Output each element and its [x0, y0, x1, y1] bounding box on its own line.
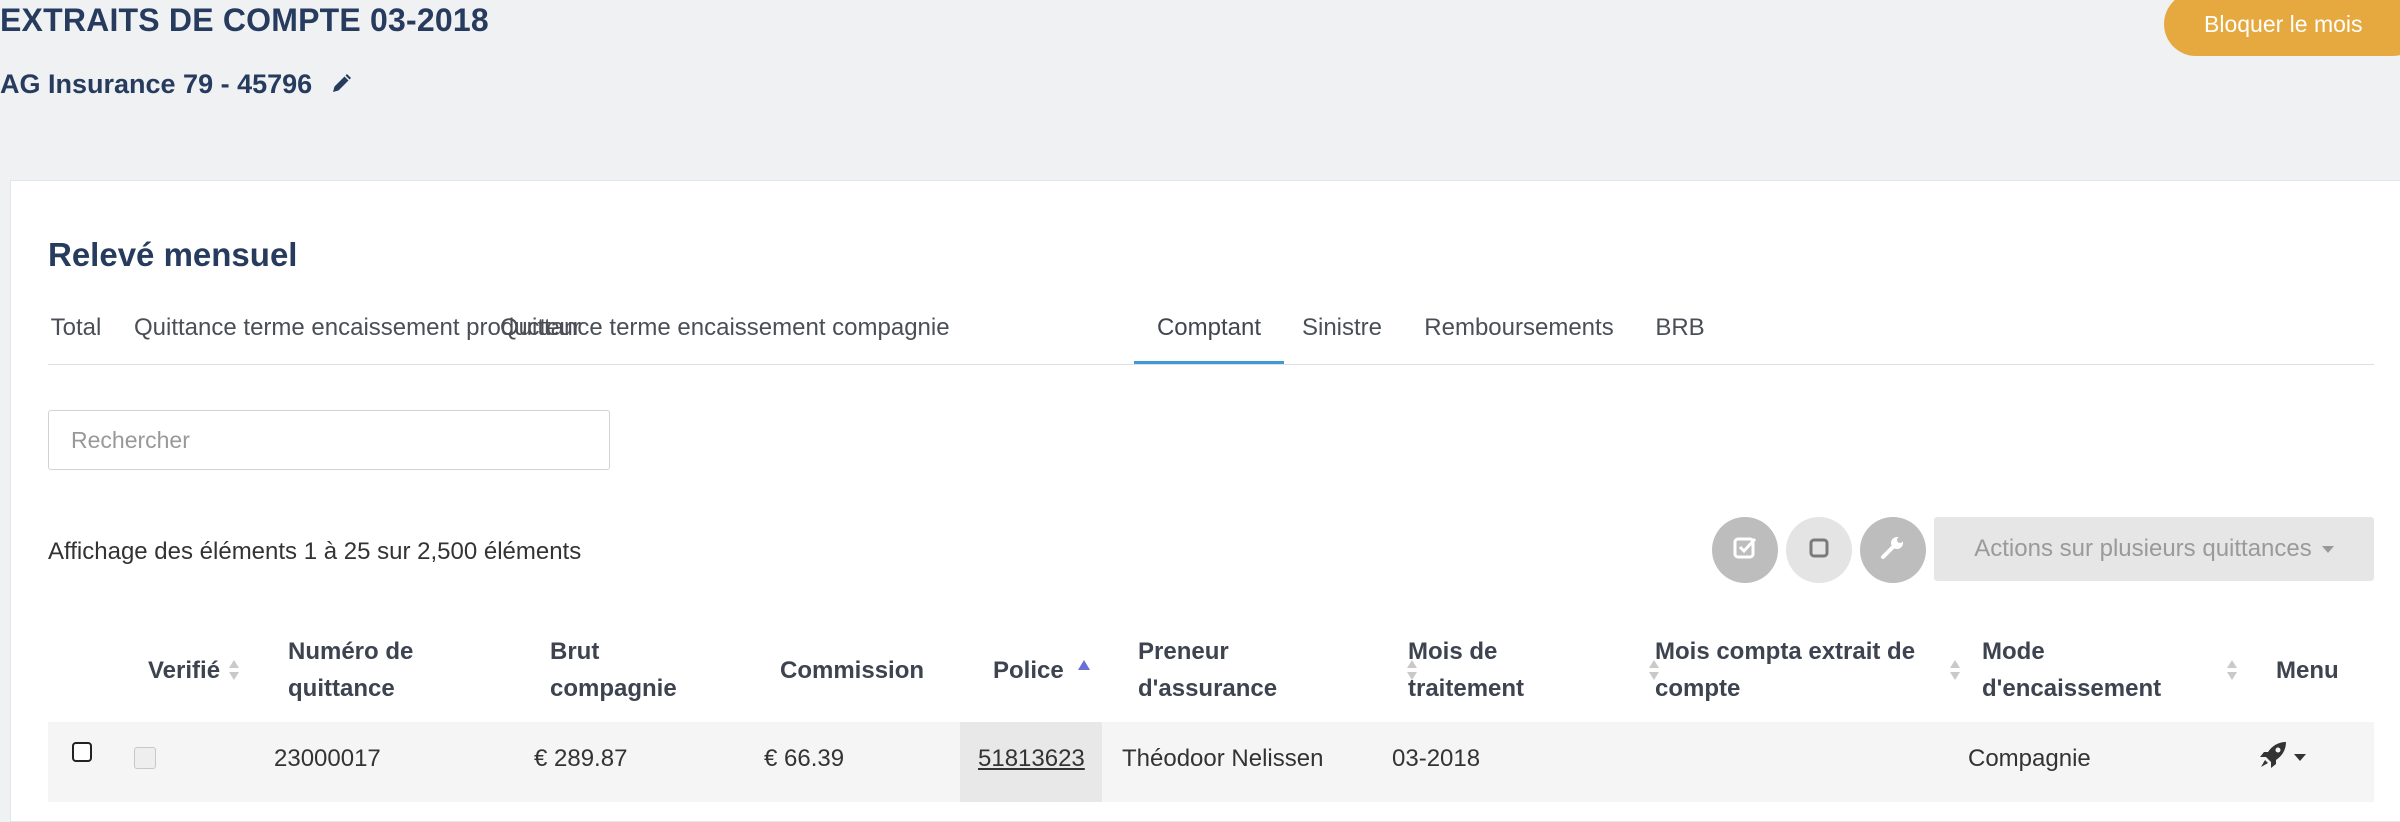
tab-quittance-compagnie[interactable]: Quittance terme encaissement compagnie [500, 300, 950, 362]
tab-bar: Total Quittance terme encaissement produ… [48, 300, 2374, 365]
sort-icon [2227, 660, 2237, 680]
page-title: EXTRAITS DE COMPTE 03-2018 [0, 2, 489, 38]
policy-subtitle: AG Insurance 79 - 45796 [0, 68, 313, 99]
sort-up-icon [1077, 660, 1090, 670]
row-select-checkbox[interactable] [72, 742, 92, 762]
col-preneur[interactable]: Preneur d'assurance [1138, 618, 1428, 722]
caret-down-icon [2321, 545, 2334, 553]
pencil-icon[interactable] [330, 73, 352, 95]
row-menu-button[interactable] [2258, 740, 2306, 775]
col-commission[interactable]: Commission [780, 618, 924, 722]
square-icon [1807, 536, 1831, 565]
section-title: Relevé mensuel [48, 236, 298, 273]
sort-icon [229, 660, 240, 680]
tools-button[interactable] [1860, 517, 1926, 583]
cell-numero: 23000017 [274, 745, 381, 772]
block-month-button[interactable]: Bloquer le mois [2164, 0, 2400, 56]
tab-remboursements[interactable]: Remboursements [1416, 300, 1622, 362]
tab-total[interactable]: Total [48, 300, 104, 362]
police-link[interactable]: 51813623 [978, 745, 1085, 772]
col-mode-encaissement[interactable]: Mode d'encaissement [1982, 618, 2248, 722]
cell-preneur: Théodoor Nelissen [1122, 745, 1324, 772]
bulk-actions-label: Actions sur plusieurs quittances [1974, 535, 2312, 562]
col-mois-compta[interactable]: Mois compta extrait de compte [1655, 618, 1961, 722]
tab-sinistre[interactable]: Sinistre [1298, 300, 1386, 362]
cell-police[interactable]: 51813623 [978, 722, 1085, 796]
caret-down-icon [2294, 754, 2306, 761]
rocket-icon [2258, 740, 2288, 775]
col-numero-quittance[interactable]: Numéro de quittance [288, 618, 413, 722]
pagination-info: Affichage des éléments 1 à 25 sur 2,500 … [48, 538, 582, 565]
table-row: 23000017 € 289.87 € 66.39 51813623 Théod… [48, 722, 2374, 802]
wrench-icon [1880, 535, 1906, 566]
bulk-actions-dropdown[interactable]: Actions sur plusieurs quittances [1934, 517, 2374, 581]
unverify-selected-button[interactable] [1786, 517, 1852, 583]
col-brut-compagnie[interactable]: Brut compagnie [550, 618, 677, 722]
cell-brut: € 289.87 [534, 745, 628, 772]
verify-selected-button[interactable] [1712, 517, 1778, 583]
row-verified-checkbox[interactable] [134, 747, 156, 769]
sort-icon [1950, 660, 1960, 680]
search-input[interactable] [48, 410, 610, 470]
col-menu: Menu [2276, 656, 2339, 684]
col-police[interactable]: Police [993, 618, 1090, 722]
tab-quittance-producteur[interactable]: Quittance terme encaissement producteur [134, 300, 581, 362]
cell-commission: € 66.39 [764, 745, 845, 772]
col-verifie[interactable]: Verifié [148, 618, 240, 722]
subtitle-row: AG Insurance 79 - 45796 [0, 68, 352, 100]
tab-comptant[interactable]: Comptant [1134, 300, 1284, 364]
cell-mois-traitement: 03-2018 [1392, 745, 1481, 772]
cell-mode: Compagnie [1968, 745, 2091, 772]
col-mois-traitement[interactable]: Mois de traitement [1408, 618, 1670, 722]
check-square-icon [1732, 535, 1758, 566]
tab-brb[interactable]: BRB [1652, 300, 1708, 362]
table-header: Verifié Numéro de quittance Brut compagn… [48, 618, 2374, 724]
